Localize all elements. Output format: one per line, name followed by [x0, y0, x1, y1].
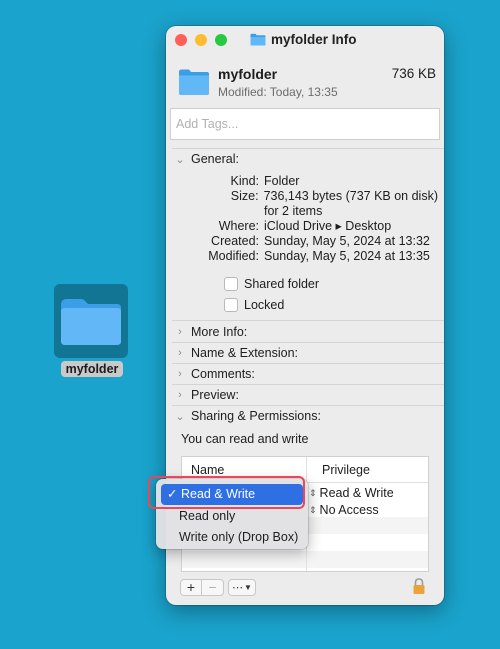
size-value: 736,143 bytes (737 KB on disk) [263, 189, 438, 203]
folder-icon [179, 69, 209, 95]
kind-value: Folder [264, 174, 300, 188]
chevron-right-icon: › [178, 326, 182, 338]
section-preview[interactable]: › Preview: [175, 388, 239, 402]
section-comments-label: Comments: [191, 367, 255, 381]
size-label: Size: [230, 189, 259, 203]
desktop-folder-selection[interactable] [54, 284, 128, 358]
chevron-right-icon: › [178, 389, 182, 401]
privilege-popup[interactable]: ⇕ No Access [309, 503, 379, 517]
chevron-down-icon: ⌄ [175, 153, 185, 166]
menu-item-write-only[interactable]: Write only (Drop Box) [161, 527, 303, 548]
section-more-info[interactable]: › More Info: [175, 325, 247, 339]
desktop-folder-label: myfolder [60, 361, 124, 377]
up-down-arrows-icon: ⇕ [309, 504, 317, 515]
divider [172, 320, 444, 321]
modified-value: Sunday, May 5, 2024 at 13:35 [264, 249, 430, 263]
lock-icon[interactable] [412, 577, 426, 595]
privilege-value: No Access [319, 503, 379, 517]
column-header-privilege[interactable]: Privilege [306, 457, 428, 483]
kind-label: Kind: [230, 174, 260, 188]
section-general[interactable]: ⌄ General: [175, 152, 239, 166]
locked-label: Locked [244, 298, 285, 312]
locked-checkbox[interactable]: Locked [224, 298, 284, 312]
items-count: for 2 items [264, 204, 323, 218]
created-label: Created: [211, 234, 259, 248]
highlight-annotation [148, 476, 305, 509]
zoom-button[interactable] [215, 34, 227, 46]
created-value: Sunday, May 5, 2024 at 13:32 [264, 234, 430, 248]
plus-icon: + [186, 579, 196, 595]
general-details: Kind: Folder Size: 736,143 bytes (737 KB o… [178, 174, 438, 264]
section-general-label: General: [191, 152, 239, 166]
chevron-down-icon: ⌄ [175, 410, 185, 423]
desktop-folder[interactable]: myfolder [54, 284, 130, 377]
section-name-extension-label: Name & Extension: [191, 346, 298, 360]
privilege-value: Read & Write [319, 486, 394, 500]
chevron-down-icon: ▼ [244, 582, 252, 592]
shared-folder-checkbox[interactable]: Shared folder [224, 277, 319, 291]
folder-icon [61, 299, 121, 345]
divider [172, 342, 444, 343]
section-preview-label: Preview: [191, 388, 239, 402]
item-size: 736 KB [391, 66, 436, 81]
permissions-toolbar: + − ⋯ ▼ [180, 578, 256, 596]
menu-item-read-only[interactable]: Read only [161, 506, 303, 527]
divider [172, 384, 444, 385]
section-name-extension[interactable]: › Name & Extension: [175, 346, 298, 360]
chevron-right-icon: › [178, 347, 182, 359]
ellipsis-circle-icon: ⋯ [232, 581, 244, 594]
checkbox-box[interactable] [224, 277, 238, 291]
section-comments[interactable]: › Comments: [175, 367, 255, 381]
minus-icon: − [208, 579, 217, 595]
minimize-button[interactable] [195, 34, 207, 46]
window-title: myfolder Info [250, 32, 357, 47]
close-button[interactable] [175, 34, 187, 46]
chevron-right-icon: › [178, 368, 182, 380]
action-menu-button[interactable]: ⋯ ▼ [228, 578, 256, 596]
window-title-text: myfolder Info [271, 32, 357, 47]
tags-input[interactable] [171, 109, 439, 139]
add-button[interactable]: + [180, 578, 202, 596]
up-down-arrows-icon: ⇕ [309, 487, 317, 498]
divider [172, 405, 444, 406]
item-name: myfolder [218, 66, 278, 82]
section-sharing-permissions[interactable]: ⌄ Sharing & Permissions: [175, 409, 321, 423]
tags-field-container [170, 108, 440, 140]
where-label: Where: [218, 219, 259, 233]
remove-button[interactable]: − [202, 578, 224, 596]
section-sharing-label: Sharing & Permissions: [191, 409, 321, 423]
divider [172, 363, 444, 364]
shared-folder-label: Shared folder [244, 277, 320, 291]
item-modified: Modified: Today, 13:35 [218, 85, 338, 99]
where-value: iCloud Drive ▸ Desktop [264, 219, 392, 233]
permission-summary: You can read and write [181, 432, 309, 446]
privilege-popup[interactable]: ⇕ Read & Write [309, 486, 394, 500]
section-more-info-label: More Info: [191, 325, 248, 339]
modified-label: Modified: [208, 249, 259, 263]
divider [172, 148, 444, 149]
title-bar[interactable]: myfolder Info [166, 26, 444, 54]
folder-icon [250, 33, 266, 46]
checkbox-box[interactable] [224, 298, 238, 312]
